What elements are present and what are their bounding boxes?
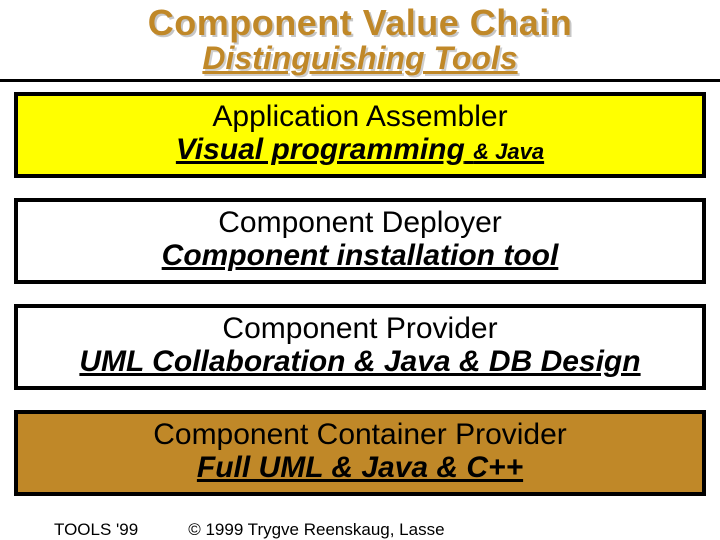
block-tool: Visual programming & Java — [24, 133, 696, 166]
block-role: Component Provider — [24, 312, 696, 345]
block-container-provider: Component Container Provider Full UML & … — [14, 410, 706, 496]
block-tool-suffix: & Java — [473, 139, 544, 164]
block-role: Component Deployer — [24, 206, 696, 239]
block-tool-main: Visual programming — [176, 133, 465, 166]
footer-copyright: © 1999 Trygve Reenskaug, Lasse — [188, 520, 444, 540]
block-tool: Full UML & Java & C++ — [24, 451, 696, 484]
block-tool: Component installation tool — [24, 239, 696, 272]
blocks-stack: Application Assembler Visual programming… — [0, 82, 720, 496]
slide-subtitle: Distinguishing Tools — [0, 40, 720, 77]
slide-footer: TOOLS '99 © 1999 Trygve Reenskaug, Lasse — [0, 520, 720, 540]
footer-conference: TOOLS '99 — [54, 520, 138, 540]
block-tool: UML Collaboration & Java & DB Design — [24, 345, 696, 378]
slide-header: Component Value Chain Distinguishing Too… — [0, 0, 720, 77]
block-component-deployer: Component Deployer Component installatio… — [14, 198, 706, 284]
block-application-assembler: Application Assembler Visual programming… — [14, 92, 706, 178]
block-role: Component Container Provider — [24, 418, 696, 451]
block-role: Application Assembler — [24, 100, 696, 133]
slide-title: Component Value Chain — [0, 2, 720, 44]
block-component-provider: Component Provider UML Collaboration & J… — [14, 304, 706, 390]
